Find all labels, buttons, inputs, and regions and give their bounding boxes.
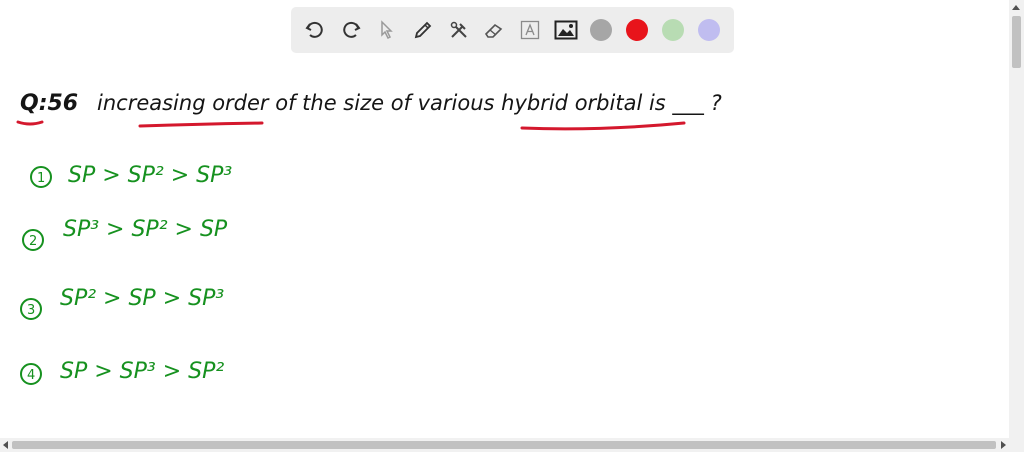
color-swatch-green[interactable]: [662, 19, 685, 41]
pointer-icon[interactable]: [375, 18, 399, 42]
option-4-text: SP > SP³ > SP²: [60, 359, 224, 384]
color-swatch-purple[interactable]: [698, 19, 720, 41]
text-icon[interactable]: [518, 18, 542, 42]
option-1-text: SP > SP² > SP³: [68, 163, 232, 188]
undo-icon[interactable]: [303, 18, 327, 42]
scroll-left-arrow-icon[interactable]: [3, 441, 8, 449]
question-text: increasing order of the size of various …: [97, 91, 722, 116]
color-swatch-red[interactable]: [626, 19, 649, 41]
option-2-text: SP³ > SP² > SP: [63, 217, 228, 242]
vertical-scrollbar[interactable]: [1009, 0, 1024, 438]
tools-icon[interactable]: [447, 18, 471, 42]
scroll-right-arrow-icon[interactable]: [1001, 441, 1006, 449]
option-4-number: 4: [27, 368, 35, 383]
option-3-text: SP² > SP > SP³: [60, 286, 224, 311]
horizontal-scroll-thumb[interactable]: [12, 441, 996, 449]
underline-various-hybrid: [520, 121, 686, 131]
scroll-up-arrow-icon[interactable]: [1012, 5, 1020, 10]
question-label: Q:56: [20, 91, 78, 116]
color-swatch-gray[interactable]: [590, 19, 613, 41]
image-icon[interactable]: [554, 18, 578, 42]
pen-icon[interactable]: [411, 18, 435, 42]
vertical-scroll-thumb[interactable]: [1012, 16, 1021, 68]
redo-icon[interactable]: [339, 18, 363, 42]
drawing-toolbar: [291, 7, 734, 53]
underline-q: [16, 120, 44, 126]
option-2-number: 2: [29, 234, 37, 249]
underline-increasing-order: [138, 121, 264, 128]
eraser-icon[interactable]: [483, 18, 507, 42]
option-3-number: 3: [27, 303, 35, 318]
whiteboard-canvas[interactable]: Q:56 increasing order of the size of var…: [0, 60, 1009, 438]
option-1-number: 1: [37, 171, 45, 186]
horizontal-scrollbar[interactable]: [0, 438, 1024, 452]
